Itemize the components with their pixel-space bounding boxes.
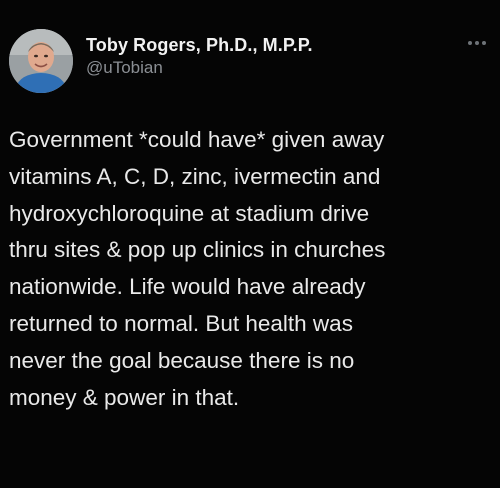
- more-dot: [482, 41, 486, 45]
- profile-photo-icon: [9, 29, 73, 93]
- author-display-name[interactable]: Toby Rogers, Ph.D., M.P.P.: [86, 34, 313, 56]
- more-dot: [475, 41, 479, 45]
- tweet-body-text: Government *could have* given away vitam…: [9, 127, 386, 410]
- author-avatar[interactable]: [9, 29, 73, 93]
- author-info[interactable]: Toby Rogers, Ph.D., M.P.P. @uTobian: [86, 34, 313, 80]
- more-options-icon[interactable]: [468, 38, 490, 48]
- author-handle[interactable]: @uTobian: [86, 56, 313, 80]
- tweet-card: Toby Rogers, Ph.D., M.P.P. @uTobian Gove…: [0, 0, 500, 488]
- more-dot: [468, 41, 472, 45]
